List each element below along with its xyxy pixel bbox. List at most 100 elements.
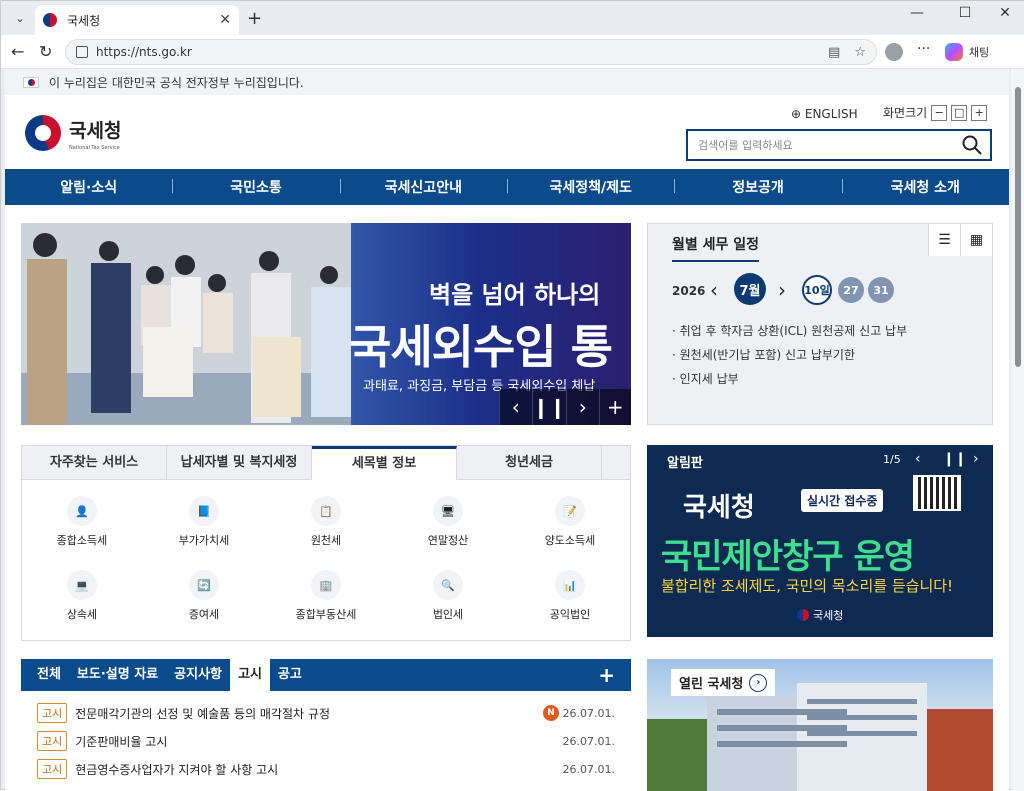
schedule-day[interactable]: 10일 (802, 275, 832, 305)
board-row[interactable]: 고시 전문매각기관의 선정 및 예술품 등의 매각절차 규정 N 26.07.0… (37, 703, 615, 723)
service-public-interest-corp[interactable]: 📊 공익법인 (510, 570, 630, 622)
page-scrollbar[interactable] (1011, 69, 1024, 791)
service-vat[interactable]: 📘 부가가치세 (144, 496, 264, 548)
gov-banner: 이 누리집은 대한민국 공식 전자정부 누리집입니다. (5, 69, 1009, 95)
tab-frequent-services[interactable]: 자주찾는 서비스 (22, 446, 167, 479)
banner-more-icon[interactable]: + (598, 389, 631, 425)
nav-item-tax-filing[interactable]: 국세신고안내 (339, 177, 507, 197)
service-inheritance-tax[interactable]: 💻 상속세 (22, 570, 142, 622)
service-year-end-settlement[interactable]: 🖥 연말정산 (388, 496, 508, 548)
tab-tax-item-info[interactable]: 세목별 정보 (312, 446, 457, 480)
service-label: 부가가치세 (178, 534, 230, 547)
list-view-icon[interactable]: ☰ (928, 224, 960, 256)
search-icon[interactable] (962, 135, 982, 155)
notice-board-banner[interactable]: 알림판 1/5 ‹ ❙❙ › 국세청 실시간 접수중 국민제안창구 운영 불합리… (647, 445, 993, 637)
nav-item-communication[interactable]: 국민소통 (172, 177, 339, 197)
tab-actions-menu[interactable]: ⌄ (9, 7, 31, 29)
notice-title: 알림판 (667, 455, 703, 471)
board-row-tag: 고시 (37, 759, 68, 779)
copilot-button[interactable]: 채팅 (945, 41, 989, 63)
zoom-in-button[interactable]: + (971, 104, 988, 121)
board-row[interactable]: 고시 현금영수증사업자가 지켜야 할 사항 고시 26.07.01. (37, 759, 615, 779)
nts-emblem-icon (797, 609, 809, 621)
nav-item-news[interactable]: 알림·소식 (5, 177, 172, 197)
service-capital-gains-tax[interactable]: 📝 양도소득세 (510, 496, 630, 548)
lock-icon (76, 46, 88, 58)
board-tab-notices[interactable]: 공지사항 (166, 659, 230, 691)
news-board: 전체 보도·설명 자료 공지사항 고시 공고 + 고시 전문매각기관의 선정 및… (21, 659, 631, 791)
calendar-view-icon[interactable]: ▦ (960, 224, 992, 256)
schedule-event[interactable]: · 원천세(반기납 포함) 신고 납부기한 (672, 346, 855, 363)
korea-flag-icon (23, 76, 39, 88)
schedule-event[interactable]: · 인지세 납부 (672, 370, 739, 387)
banner-prev-icon[interactable]: ‹ (499, 389, 532, 425)
next-month-icon[interactable]: › (778, 278, 786, 302)
minimize-icon[interactable]: — (897, 5, 937, 21)
open-nts-panel[interactable]: 열린 국세청 › (647, 659, 993, 791)
service-label: 종합소득세 (56, 534, 108, 547)
board-tab-announcement[interactable]: 고시 (230, 659, 270, 691)
service-corporate-tax[interactable]: 🔍 법인세 (388, 570, 508, 622)
reader-mode-icon[interactable]: ▤ (828, 45, 840, 60)
tab-taxpayer-welfare[interactable]: 납세자별 및 복지세정 (167, 446, 312, 479)
prev-month-icon[interactable]: ‹ (710, 278, 718, 302)
notice-seal: 국세청 (797, 607, 843, 623)
zoom-control: 화면크기 − □ + (883, 104, 988, 121)
notice-next-icon[interactable]: › (973, 451, 979, 467)
computer-icon: 💻 (67, 570, 97, 600)
service-label: 법인세 (432, 608, 464, 621)
banner-controls: ‹ ❙❙ › + (499, 389, 631, 425)
board-tab-bar: 전체 보도·설명 자료 공지사항 고시 공고 + (21, 659, 631, 691)
new-tab-icon[interactable]: + (247, 8, 262, 29)
schedule-day[interactable]: 31 (868, 277, 894, 303)
schedule-day[interactable]: 27 (838, 277, 864, 303)
browser-window: ⌄ 국세청 ✕ + — ☐ ✕ ← ↻ https://nts.go.kr ▤ … (0, 0, 1024, 791)
service-real-estate-tax[interactable]: 🏢 종합부동산세 (266, 570, 386, 622)
service-withholding-tax[interactable]: 📋 원천세 (266, 496, 386, 548)
board-tab-all[interactable]: 전체 (29, 659, 69, 691)
nts-logo[interactable]: 국세청 National Tax Service (25, 115, 121, 151)
logo-sub: National Tax Service (69, 144, 120, 151)
more-options-icon[interactable]: ··· (917, 41, 930, 57)
english-label: ENGLISH (804, 107, 858, 121)
refresh-icon[interactable]: ↻ (39, 42, 52, 61)
schedule-month[interactable]: 7월 (734, 273, 766, 305)
document-search-icon: 🔍 (433, 570, 463, 600)
main-banner[interactable]: 벽을 넘어 하나의 국세외수입 통 과태료, 과징금, 부담금 등 국세외수입 … (21, 223, 631, 425)
nav-item-about[interactable]: 국세청 소개 (841, 177, 1009, 197)
board-tab-press[interactable]: 보도·설명 자료 (69, 659, 166, 691)
service-label: 상속세 (66, 608, 98, 621)
service-global-income-tax[interactable]: 👤 종합소득세 (22, 496, 142, 548)
nav-item-tax-policy[interactable]: 국세정책/제도 (506, 177, 674, 197)
notice-pause-icon[interactable]: ❙❙ (943, 451, 966, 467)
open-nts-label[interactable]: 열린 국세청 › (671, 669, 776, 696)
banner-next-icon[interactable]: › (566, 389, 599, 425)
profile-avatar[interactable] (885, 43, 903, 61)
board-more-icon[interactable]: + (590, 659, 623, 691)
schedule-event[interactable]: · 취업 후 학자금 상환(ICL) 원천공제 신고 납부 (672, 322, 907, 339)
back-icon[interactable]: ← (11, 42, 24, 61)
close-tab-icon[interactable]: ✕ (219, 12, 231, 28)
maximize-icon[interactable]: ☐ (945, 5, 985, 21)
search-placeholder: 검색어를 입력하세요 (698, 139, 793, 152)
site-search-input[interactable]: 검색어를 입력하세요 (686, 129, 992, 161)
favorite-star-icon[interactable]: ☆ (854, 45, 866, 60)
zoom-reset-button[interactable]: □ (951, 104, 968, 121)
building-icon: 🏢 (311, 570, 341, 600)
open-nts-title: 열린 국세청 (679, 677, 744, 692)
english-link[interactable]: ⊕ ENGLISH (791, 107, 858, 121)
nav-item-disclosure[interactable]: 정보공개 (674, 177, 841, 197)
board-tab-public-notice[interactable]: 공고 (270, 659, 310, 691)
tab-youth-tax[interactable]: 청년세금 (457, 446, 602, 479)
close-window-icon[interactable]: ✕ (985, 5, 1024, 21)
zoom-label: 화면크기 (883, 106, 928, 120)
address-bar[interactable]: https://nts.go.kr ▤ ☆ (65, 39, 877, 65)
service-gift-tax[interactable]: 🔄 증여세 (144, 570, 264, 622)
zoom-out-button[interactable]: − (931, 104, 948, 121)
banner-pause-icon[interactable]: ❙❙ (531, 389, 566, 425)
browser-tab[interactable]: 국세청 ✕ (35, 5, 239, 35)
scrollbar-thumb[interactable] (1015, 87, 1021, 367)
board-row[interactable]: 고시 기준판매비율 고시 26.07.01. (37, 731, 615, 751)
new-badge: N (543, 705, 559, 721)
notice-prev-icon[interactable]: ‹ (915, 451, 921, 467)
